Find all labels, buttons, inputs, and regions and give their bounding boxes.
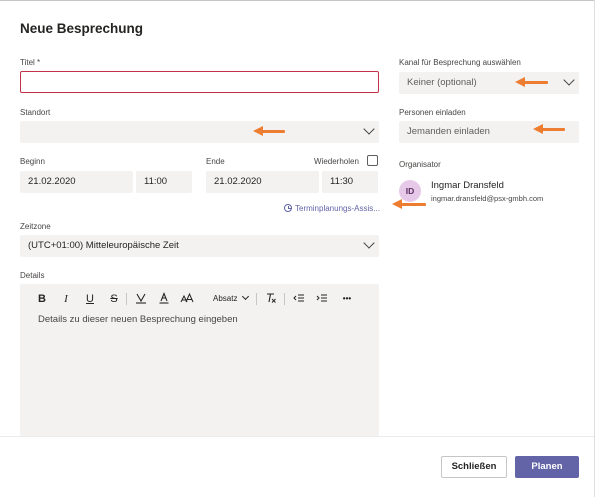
annotation-arrow-location — [253, 126, 285, 136]
details-label: Details — [20, 271, 45, 280]
italic-button[interactable]: I — [59, 292, 73, 306]
clear-formatting-icon[interactable] — [264, 292, 278, 306]
details-placeholder: Details zu dieser neuen Besprechung eing… — [38, 314, 238, 325]
new-meeting-dialog: Neue Besprechung Titel * Standort Beginn… — [0, 0, 598, 497]
avatar: ID — [399, 180, 421, 202]
font-color-icon[interactable] — [157, 292, 171, 306]
more-options-icon[interactable]: ••• — [338, 292, 356, 306]
toolbar-divider — [126, 293, 127, 305]
end-date-input[interactable]: 21.02.2020 — [206, 171, 319, 193]
toolbar-divider — [256, 293, 257, 305]
scheduling-assistant-link[interactable]: Terminplanungs-Assis... — [284, 204, 380, 213]
end-label: Ende — [206, 157, 225, 166]
details-editor[interactable]: B I U S Absatz ••• Details zu dieser neu… — [20, 284, 379, 436]
title-input[interactable] — [20, 71, 379, 93]
scheduling-assistant-label: Terminplanungs-Assis... — [295, 204, 380, 213]
annotation-arrow-assistant — [392, 199, 426, 209]
start-time-input[interactable]: 11:00 — [136, 171, 192, 193]
toolbar-divider — [284, 293, 285, 305]
repeat-checkbox[interactable] — [367, 155, 378, 166]
organizer-email: ingmar.dransfeld@psx-gmbh.com — [431, 194, 544, 203]
font-size-icon[interactable] — [180, 292, 194, 306]
plan-button[interactable]: Planen — [515, 456, 579, 478]
strikethrough-button[interactable]: S — [107, 292, 121, 306]
clock-icon — [284, 204, 292, 212]
dialog-title: Neue Besprechung — [20, 21, 144, 36]
paragraph-style-label: Absatz — [213, 294, 238, 303]
highlight-icon[interactable] — [134, 292, 148, 306]
start-date-input[interactable]: 21.02.2020 — [20, 171, 133, 193]
channel-select[interactable]: Keiner (optional) — [399, 72, 579, 94]
paragraph-style-dropdown[interactable]: Absatz — [213, 292, 249, 303]
location-label: Standort — [20, 108, 51, 117]
timezone-label: Zeitzone — [20, 222, 51, 231]
organizer-label: Organisator — [399, 160, 441, 169]
timezone-select[interactable]: (UTC+01:00) Mitteleuropäische Zeit — [20, 235, 379, 257]
channel-label: Kanal für Besprechung auswählen — [399, 58, 521, 67]
footer-divider — [0, 436, 594, 437]
chevron-down-icon — [241, 292, 249, 301]
close-button[interactable]: Schließen — [441, 456, 507, 478]
annotation-arrow-channel — [515, 77, 548, 87]
formatting-toolbar: B I U S Absatz ••• — [20, 284, 379, 312]
title-label: Titel * — [20, 58, 41, 67]
invite-label: Personen einladen — [399, 108, 466, 117]
decrease-indent-icon[interactable] — [292, 292, 306, 306]
end-time-input[interactable]: 11:30 — [322, 171, 378, 193]
increase-indent-icon[interactable] — [315, 292, 329, 306]
repeat-label: Wiederholen — [314, 157, 359, 166]
organizer-name: Ingmar Dransfeld — [431, 180, 504, 191]
top-border — [0, 0, 598, 1]
annotation-arrow-invite — [533, 124, 565, 134]
scrollbar[interactable] — [594, 0, 598, 497]
start-label: Beginn — [20, 157, 45, 166]
underline-button[interactable]: U — [83, 292, 97, 306]
location-input[interactable] — [20, 121, 379, 143]
bold-button[interactable]: B — [35, 292, 49, 306]
